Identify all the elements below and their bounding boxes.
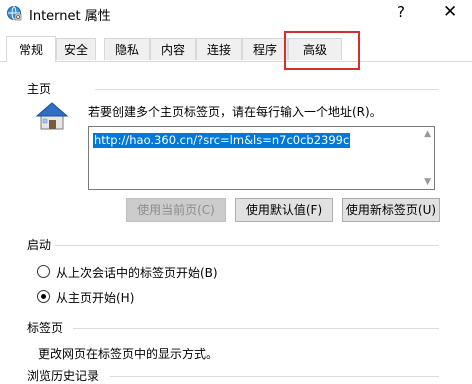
tab-connections[interactable]: 连接: [196, 38, 242, 60]
use-default-button[interactable]: 使用默认值(F): [235, 198, 333, 222]
window-title: Internet 属性: [29, 9, 111, 24]
homepage-url-value: http://hao.360.cn/?src=lm&ls=n7c0cb2399c: [93, 133, 351, 148]
tabs-description: 更改网页在标签页中的显示方式。: [38, 347, 219, 361]
homepage-description: 若要创建多个主页标签页，请在每行输入一个地址(R)。: [88, 105, 382, 119]
help-button[interactable]: ?: [397, 3, 405, 21]
homepage-section-label: 主页: [27, 82, 52, 96]
advanced-tab-highlight: [284, 31, 360, 70]
scroll-down-icon[interactable]: ▼: [424, 177, 431, 187]
tab-general[interactable]: 常规: [6, 36, 56, 62]
internet-options-icon: [7, 6, 22, 21]
use-new-tab-button[interactable]: 使用新标签页(U): [342, 198, 440, 222]
use-current-page-button[interactable]: 使用当前页(C): [126, 198, 226, 222]
startup-section-label: 启动: [27, 238, 52, 252]
tab-content[interactable]: 内容: [150, 38, 196, 60]
tab-privacy[interactable]: 隐私: [104, 38, 150, 60]
tab-programs[interactable]: 程序: [242, 38, 288, 60]
history-section-label: 浏览历史记录: [27, 369, 100, 383]
home-icon: [35, 102, 69, 130]
title-bar: Internet 属性 ? ✕: [0, 0, 472, 26]
homepage-url-textarea[interactable]: http://hao.360.cn/?src=lm&ls=n7c0cb2399c…: [88, 126, 435, 190]
history-divider: [110, 376, 439, 377]
tabs-divider: [73, 328, 439, 329]
radio-selected-dot: [41, 294, 46, 299]
radio-start-homepage-label[interactable]: 从主页开始(H): [56, 289, 134, 306]
homepage-divider: [95, 89, 439, 90]
tabs-section-label: 标签页: [27, 321, 64, 335]
radio-last-session[interactable]: [37, 265, 50, 278]
scroll-up-icon[interactable]: ▲: [424, 129, 431, 139]
tab-security[interactable]: 安全: [56, 38, 96, 60]
radio-last-session-label[interactable]: 从上次会话中的标签页开始(B): [56, 264, 218, 281]
startup-divider: [55, 245, 439, 246]
radio-start-homepage[interactable]: [37, 290, 50, 303]
tab-strip: 常规 安全 隐私 内容 连接 程序 高级: [0, 36, 472, 62]
close-button[interactable]: ✕: [443, 2, 457, 22]
